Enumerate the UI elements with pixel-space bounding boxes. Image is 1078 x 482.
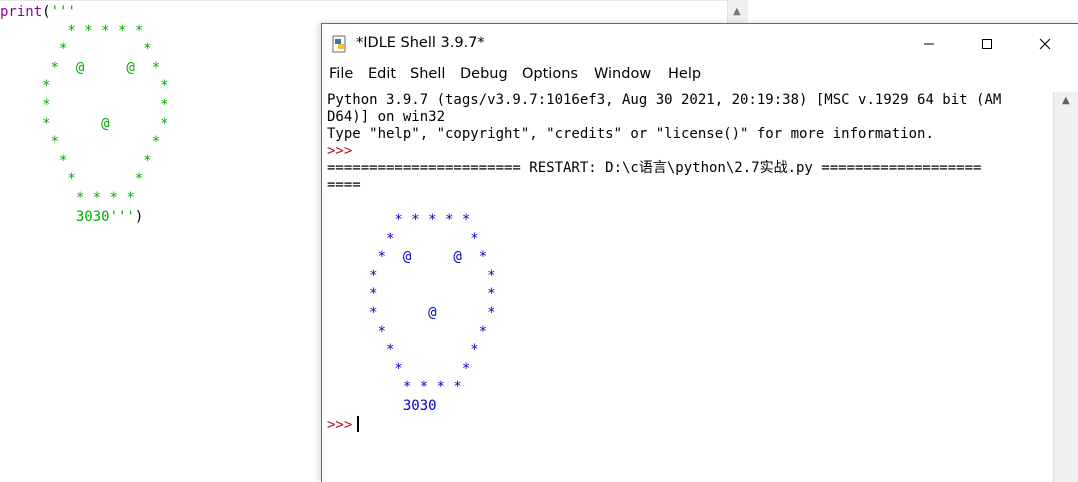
banner-line: D64)] on win32 (327, 109, 446, 125)
close-paren: ) (134, 208, 144, 225)
shell-prompt: >>> (327, 143, 353, 159)
restart-line: ======================= RESTART: D:\c语言\… (327, 160, 982, 176)
editor-code-area[interactable]: print(''' * * * * * * * * @ @ * * * * * … (0, 3, 169, 226)
menu-file[interactable]: File (329, 66, 353, 82)
code-line: * * (0, 171, 144, 188)
code-line: * * * * (0, 189, 135, 206)
open-paren: ( (42, 4, 51, 20)
menu-window[interactable]: Window (594, 66, 651, 82)
output-line: * * (327, 286, 496, 303)
output-line: * * (327, 267, 496, 284)
code-line: * * (0, 152, 152, 169)
scroll-up-arrow-icon[interactable]: ▲ (733, 6, 741, 17)
shell-prompt-active: >>> (327, 416, 353, 433)
menu-bar: File Edit Shell Debug Options Window Hel… (322, 64, 1078, 90)
code-line: 3030''' (0, 208, 135, 225)
code-line: * * (0, 41, 152, 58)
editor-top-border (0, 0, 727, 1)
title-bar[interactable]: *IDLE Shell 3.9.7* (322, 24, 1078, 64)
banner-line: Python 3.9.7 (tags/v3.9.7:1016ef3, Aug 3… (327, 92, 1002, 108)
code-line: * * (0, 96, 169, 113)
idle-shell-window[interactable]: *IDLE Shell 3.9.7* File Edit Shell Debug… (321, 23, 1078, 482)
print-keyword: print (0, 4, 43, 20)
shell-scrollbar[interactable]: ▲ (1053, 92, 1078, 482)
close-button[interactable] (1016, 24, 1074, 64)
output-line: * * * * (327, 379, 462, 396)
output-line: * * (327, 360, 471, 377)
python-app-icon (332, 35, 346, 53)
output-line: * @ * (327, 304, 496, 321)
code-line: * * (0, 134, 161, 151)
restart-line: ==== (327, 177, 361, 193)
code-line: * @ @ * (0, 59, 161, 76)
minimize-button[interactable] (900, 24, 958, 64)
output-line: * @ @ * (327, 249, 488, 266)
code-line: * * * * * (0, 22, 144, 39)
banner-line: Type "help", "copyright", "credits" or "… (327, 126, 934, 142)
minimize-icon (924, 43, 934, 45)
output-line: * * (327, 342, 479, 359)
output-line: * * (327, 230, 479, 247)
quote-open: ''' (50, 4, 76, 20)
maximize-icon (982, 39, 992, 49)
close-icon (1039, 38, 1051, 50)
code-line: * @ * (0, 115, 169, 132)
window-title: *IDLE Shell 3.9.7* (356, 35, 485, 51)
menu-shell[interactable]: Shell (410, 66, 445, 82)
program-output: * * * * * * * * @ @ * * * * * * @ * * * … (327, 212, 496, 414)
text-cursor (357, 415, 360, 432)
menu-help[interactable]: Help (668, 66, 701, 82)
scroll-up-arrow-icon[interactable]: ▲ (1062, 95, 1070, 106)
output-line: 3030 (327, 397, 437, 414)
menu-edit[interactable]: Edit (368, 66, 396, 82)
menu-options[interactable]: Options (522, 66, 578, 82)
maximize-button[interactable] (958, 24, 1016, 64)
output-line: * * (327, 323, 488, 340)
output-line: * * * * * (327, 212, 471, 228)
shell-output-area[interactable]: Python 3.9.7 (tags/v3.9.7:1016ef3, Aug 3… (327, 92, 1049, 480)
code-line: * * (0, 78, 169, 95)
menu-debug[interactable]: Debug (460, 66, 508, 82)
